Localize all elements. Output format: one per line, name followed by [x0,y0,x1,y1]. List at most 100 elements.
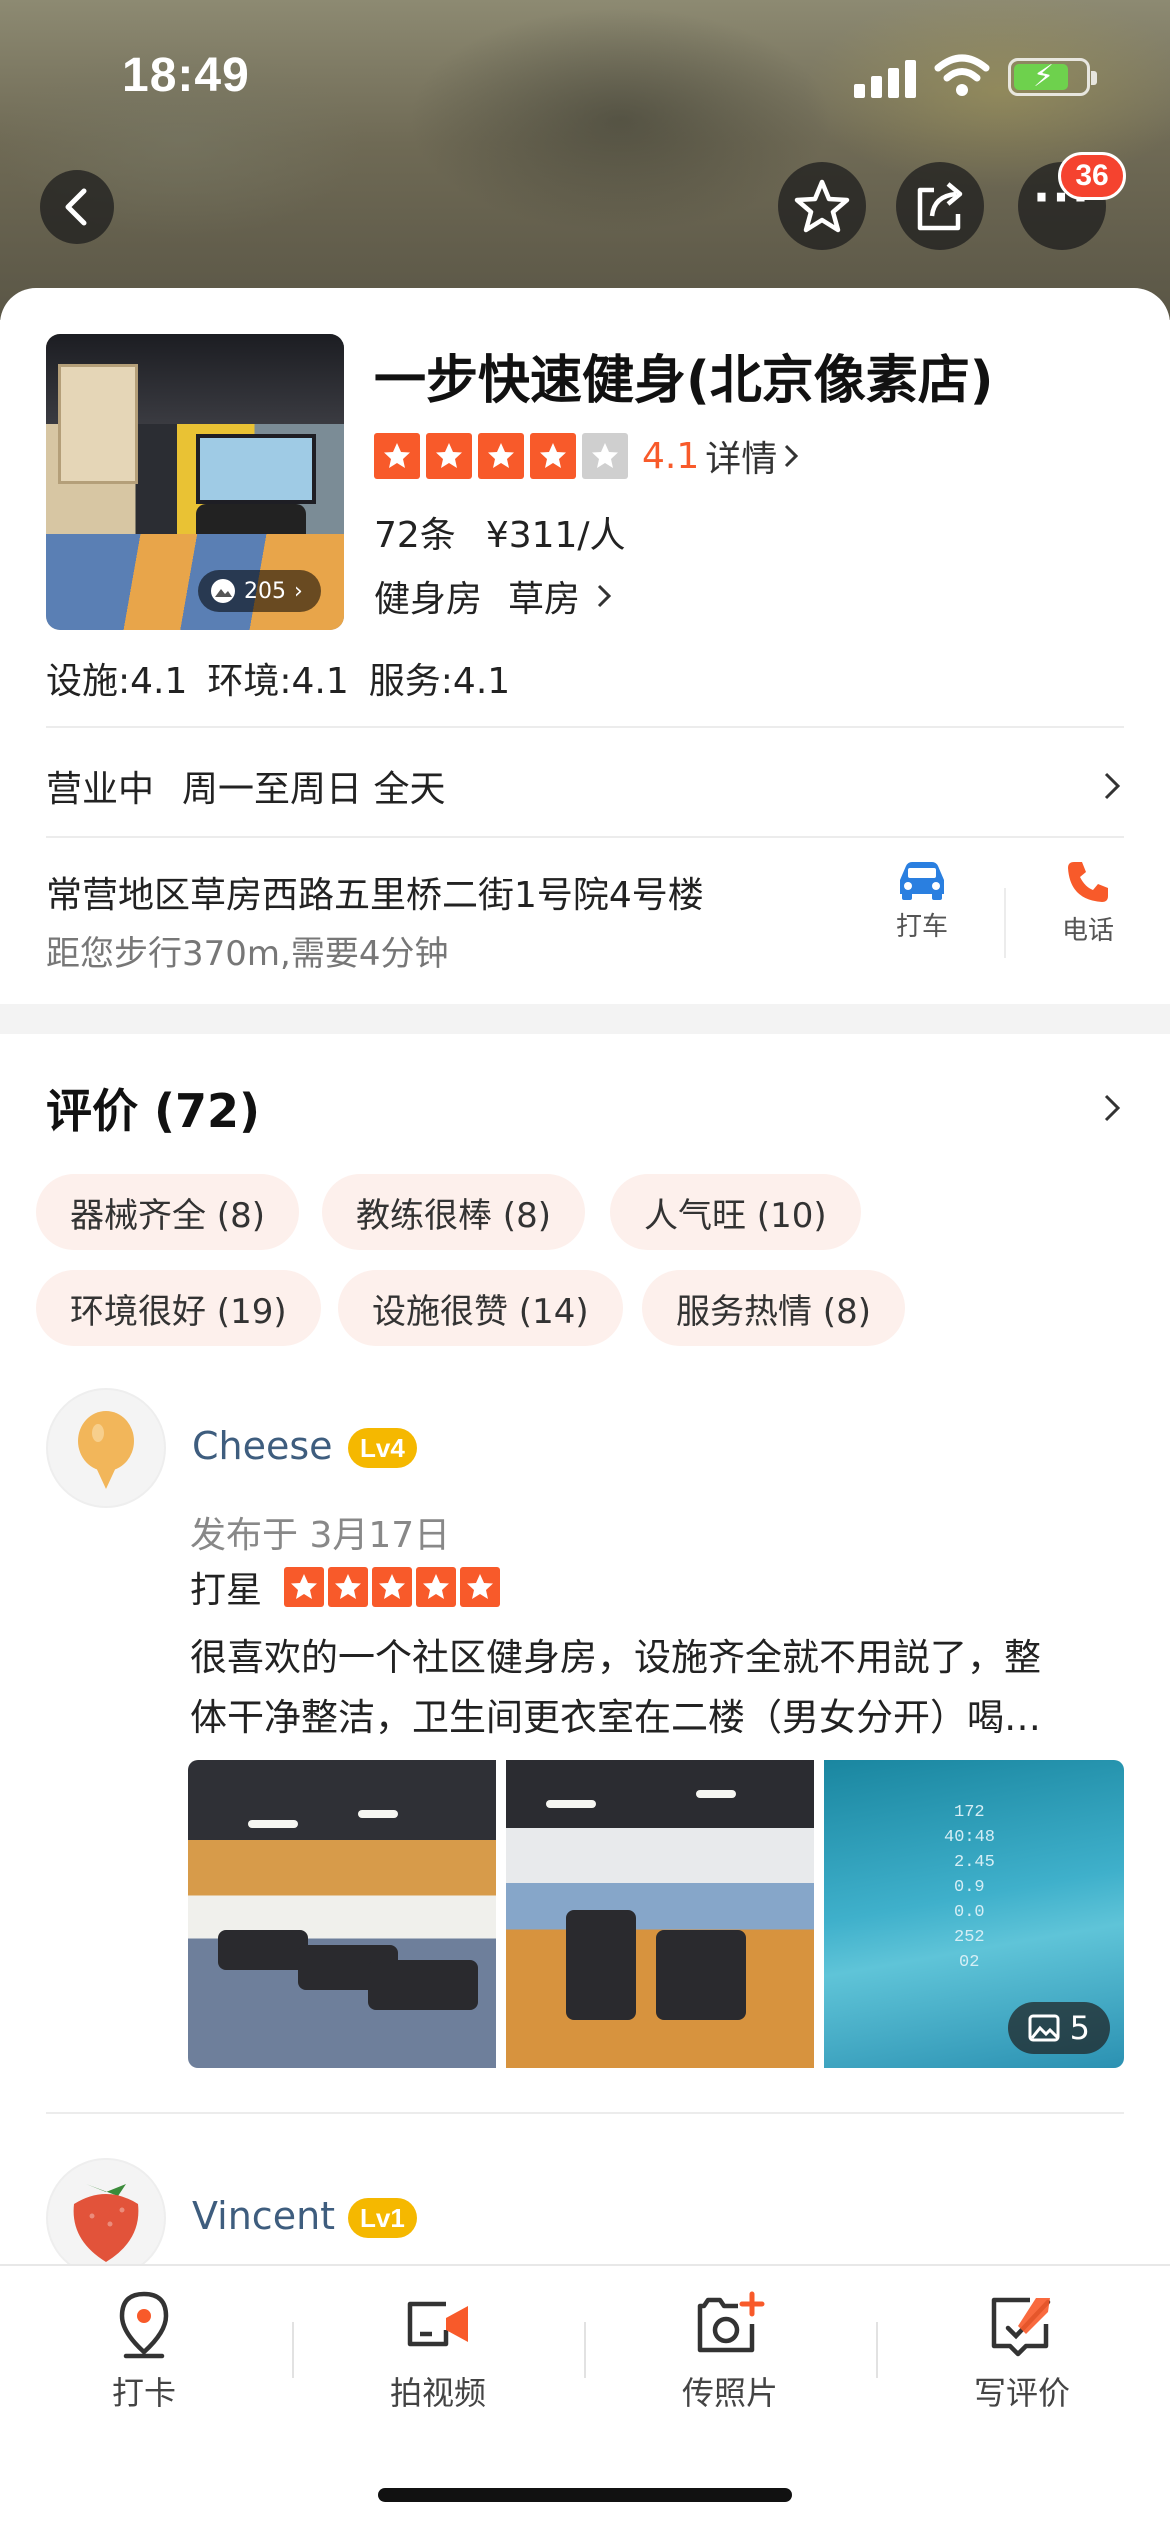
avatar-image [78,1411,134,1489]
open-schedule: 周一至周日 全天 [182,769,446,810]
tab-write-review[interactable]: 写评价 [932,2290,1112,2414]
user-avatar[interactable] [46,1388,166,1508]
review-photo[interactable] [506,1760,814,2068]
chevron-right-icon [597,584,612,608]
review-rating-row: 打星 [190,1564,501,1611]
star-filled-icon [372,1567,413,1607]
status-bar: 18:49 ⚡ [0,0,1170,150]
divider [46,836,1124,838]
star-empty-icon [582,433,628,479]
rating-stars [374,433,628,479]
review-rating-stars [284,1567,501,1607]
shop-address[interactable]: 常营地区草房西路五里桥二街1号院4号楼 [46,866,704,918]
photo-icon [211,579,235,603]
facility-score: 设施:4.1 [46,661,188,702]
share-button[interactable] [896,162,984,250]
car-icon [900,862,944,900]
review-username[interactable]: Vincent [192,2194,335,2238]
taxi-button[interactable]: 打车 [872,858,972,943]
star-filled-icon [426,433,472,479]
star-filled-icon [530,433,576,479]
divider [46,726,1124,728]
share-icon [917,182,963,231]
star-filled-icon [374,433,420,479]
phone-label: 电话 [1061,916,1114,946]
tab-label: 传照片 [681,2374,778,2412]
shop-info-card: 205 › 一步快速健身(北京像素店) 4.1 详情 72条 ¥311/人 健身房… [0,288,1170,1004]
star-filled-icon [478,433,524,479]
divider [1004,888,1006,958]
more-photos-count: 5 [1069,2009,1090,2047]
review-count: 72条 [374,515,456,556]
user-avatar[interactable] [46,2158,166,2278]
tab-label: 打卡 [111,2374,176,2412]
tab-upload-photo[interactable]: 传照片 [640,2290,820,2414]
user-level-badge: Lv1 [348,2198,417,2238]
taxi-label: 打车 [895,912,948,942]
reviews-header[interactable]: 评价 (72) [46,1078,1124,1138]
star-icon [794,179,850,233]
review-username[interactable]: Cheese [192,1424,333,1468]
shop-cover-photo[interactable]: 205 › [46,334,344,630]
photo-count-badge: 205 › [198,570,321,612]
service-score: 服务:4.1 [368,661,511,702]
add-photo-icon [697,2291,765,2353]
review-rating-label: 打星 [190,1570,263,1611]
review-tag[interactable]: 设施很赞 (14) [338,1270,623,1346]
photo-count: 205 [244,578,286,604]
divider [584,2322,586,2378]
wifi-icon [934,54,990,98]
review-tag[interactable]: 服务热情 (8) [642,1270,905,1346]
cellular-signal-icon [854,58,918,98]
avatar-image [73,2184,139,2262]
star-filled-icon [460,1567,501,1607]
notification-badge: 36 [1058,152,1126,200]
environment-score: 环境:4.1 [207,661,349,702]
user-level-badge: Lv4 [348,1428,417,1468]
review-tag[interactable]: 人气旺 (10) [610,1174,861,1250]
rating-row[interactable]: 4.1 详情 [374,430,801,482]
review-tag[interactable]: 环境很好 (19) [36,1270,321,1346]
tab-checkin[interactable]: 打卡 [54,2290,234,2414]
tab-label: 写评价 [973,2374,1070,2412]
business-hours-row[interactable]: 营业中 周一至周日 全天 [46,756,1124,816]
price-per-person: ¥311/人 [485,515,626,556]
chevron-right-icon: › [294,578,303,604]
rating-detail-link[interactable]: 详情 [705,430,777,482]
tab-label: 拍视频 [389,2374,486,2412]
review-text-line: 体干净整洁，卫生间更衣室在二楼（男女分开）喝… [190,1696,1041,1739]
shop-category: 健身房 [374,579,483,620]
back-button[interactable] [40,170,114,244]
open-status: 营业中 [46,769,155,810]
divider [876,2322,878,2378]
location-pin-icon [119,2291,169,2359]
sub-scores: 设施:4.1 环境:4.1 服务:4.1 [46,652,510,704]
star-filled-icon [328,1567,369,1607]
review-photo-screen-text: 172 40:48 2.45 0.9 0.0 252 02 [944,1803,996,1972]
chevron-right-icon [1104,772,1121,800]
review-photo[interactable] [188,1760,496,2068]
section-gap [0,1004,1170,1034]
review-tag[interactable]: 器械齐全 (8) [36,1174,299,1250]
phone-icon [1068,862,1108,902]
review-text[interactable]: 很喜欢的一个社区健身房，设施齐全就不用説了，整 体干净整洁，卫生间更衣室在二楼（… [190,1628,1120,1748]
review-tag[interactable]: 教练很棒 (8) [322,1174,585,1250]
review-price-row: 72条 ¥311/人 [374,506,626,558]
category-row[interactable]: 健身房 草房 [374,570,614,622]
back-arrow-icon [65,188,87,226]
star-filled-icon [284,1567,325,1607]
battery-icon: ⚡ [1008,58,1097,96]
shop-name: 一步快速健身(北京像素店) [374,351,994,411]
phone-button[interactable]: 电话 [1038,858,1138,947]
divider [292,2322,294,2378]
divider [46,2112,1124,2114]
favorite-button[interactable] [778,162,866,250]
more-photos-badge[interactable]: 5 [1007,2002,1110,2054]
write-review-icon [991,2297,1051,2357]
review-photo[interactable]: 172 40:48 2.45 0.9 0.0 252 02 5 [824,1760,1124,2068]
reviews-title: 评价 (72) [46,1084,261,1138]
image-icon [1028,2014,1060,2042]
tab-video[interactable]: 拍视频 [348,2290,528,2414]
chevron-right-icon [1104,1094,1121,1122]
chevron-right-icon [785,444,799,468]
